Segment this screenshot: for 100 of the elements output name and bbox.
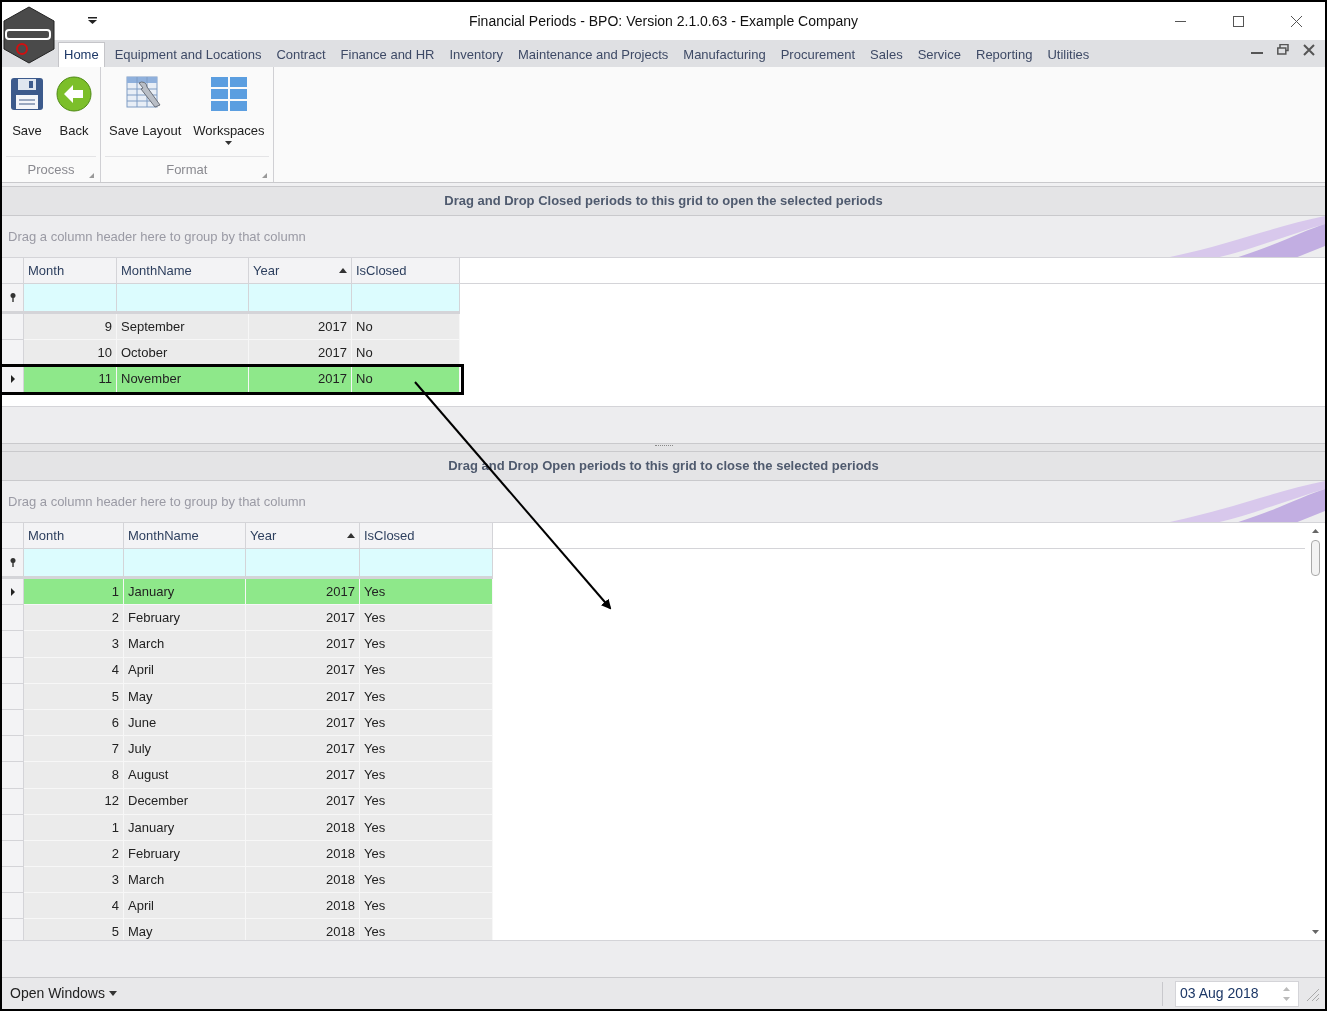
- column-header[interactable]: MonthName: [124, 523, 246, 548]
- ribbon-tab[interactable]: Reporting: [971, 42, 1038, 67]
- ribbon-tab[interactable]: Utilities: [1042, 42, 1095, 67]
- table-cell: September: [117, 314, 249, 341]
- filter-cell[interactable]: [117, 284, 249, 311]
- row-indicator[interactable]: [2, 340, 24, 367]
- table-cell: 5: [24, 683, 124, 710]
- table-cell: 2: [24, 605, 124, 632]
- table-cell: Yes: [360, 762, 493, 789]
- filter-cell[interactable]: [24, 284, 117, 311]
- table-cell: 3: [24, 631, 124, 658]
- hexagon-logo-icon[interactable]: [2, 6, 56, 64]
- table-cell: Yes: [360, 788, 493, 815]
- resize-grip-icon[interactable]: [1305, 986, 1319, 1001]
- table-cell: January: [124, 579, 246, 606]
- quick-access-dropdown-icon[interactable]: [88, 17, 97, 24]
- dialog-launcher-icon[interactable]: [89, 173, 94, 178]
- table-cell: 7: [24, 736, 124, 763]
- filter-cell[interactable]: [24, 549, 124, 576]
- ribbon-tab[interactable]: Service: [912, 42, 966, 67]
- table-cell: Yes: [360, 814, 493, 841]
- table-cell: February: [124, 605, 246, 632]
- table-cell: 4: [24, 893, 124, 920]
- ribbon-tab[interactable]: Contract: [271, 42, 331, 67]
- ribbon-group-label: Process: [27, 160, 75, 179]
- ribbon-button[interactable]: Back: [52, 73, 96, 153]
- table-cell: 2017: [246, 683, 360, 710]
- filter-cell[interactable]: [249, 284, 352, 311]
- table-cell: April: [124, 657, 246, 684]
- ribbon-tab[interactable]: Equipment and Locations: [109, 42, 267, 67]
- table-cell: 1: [24, 579, 124, 606]
- table-cell: 2017: [246, 709, 360, 737]
- scrollbar-thumb[interactable]: [1310, 540, 1320, 576]
- filter-cell[interactable]: [360, 549, 493, 576]
- ribbon-tab[interactable]: Procurement: [775, 42, 861, 67]
- table-cell: Yes: [360, 709, 493, 737]
- column-header[interactable]: IsClosed: [352, 258, 460, 283]
- table-cell: February: [124, 840, 246, 868]
- table-cell: July: [124, 736, 246, 763]
- group-panel-hint: Drag a column header here to group by that column: [7, 227, 306, 246]
- ribbon-tab[interactable]: Sales: [865, 42, 908, 67]
- ribbon-button[interactable]: Save: [6, 73, 48, 153]
- row-indicator[interactable]: [2, 366, 24, 393]
- ribbon-button[interactable]: Workspaces: [189, 73, 269, 153]
- column-header[interactable]: MonthName: [117, 258, 249, 283]
- window-title: Financial Periods - BPO: Version 2.1.0.63 - Example Company: [467, 11, 860, 31]
- grid-tiles-icon: [209, 76, 248, 112]
- table-cell: May: [124, 683, 246, 710]
- table-cell: No: [352, 340, 460, 367]
- table-cell: 1: [24, 814, 124, 841]
- ribbon-tab[interactable]: Maintenance and Projects: [513, 42, 674, 67]
- table-cell: October: [117, 340, 249, 367]
- splitter[interactable]: [2, 443, 1325, 451]
- table-cell: 2018: [246, 893, 360, 920]
- table-cell: 5: [24, 919, 124, 940]
- table-cell: 3: [24, 867, 124, 894]
- filter-cell[interactable]: [124, 549, 246, 576]
- column-header[interactable]: Month: [24, 258, 117, 283]
- mdi-restore-icon[interactable]: [1277, 44, 1289, 56]
- table-cell: 2017: [246, 605, 360, 632]
- scroll-down-icon[interactable]: [1311, 930, 1319, 934]
- ribbon-tab[interactable]: Manufacturing: [678, 42, 771, 67]
- ribbon-tab[interactable]: Home: [58, 42, 105, 67]
- filter-pin-icon: [9, 293, 16, 302]
- table-cell: 2018: [246, 814, 360, 841]
- table-cell: Yes: [360, 657, 493, 684]
- dialog-launcher-icon[interactable]: [261, 173, 267, 178]
- column-header[interactable]: Year: [249, 258, 352, 283]
- column-header[interactable]: Year: [246, 523, 360, 548]
- maximize-icon: [1232, 15, 1244, 27]
- ribbon-tab[interactable]: Inventory: [444, 42, 508, 67]
- column-header[interactable]: IsClosed: [360, 523, 493, 548]
- grid-caption: Drag and Drop Closed periods to this grid to open the selected periods: [2, 186, 1325, 216]
- ribbon-button[interactable]: Save Layout: [105, 73, 186, 153]
- table-cell: 2017: [246, 631, 360, 658]
- group-panel-hint: Drag a column header here to group by that column: [7, 492, 306, 511]
- spin-arrows-icon[interactable]: [1283, 985, 1290, 1002]
- open-windows-menu[interactable]: Open Windows: [10, 983, 117, 1004]
- table-cell: 2017: [246, 736, 360, 763]
- table-cell: March: [124, 867, 246, 894]
- table-cell: 2018: [246, 840, 360, 868]
- date-spin-field[interactable]: 03 Aug 2018: [1175, 980, 1299, 1007]
- close-icon: [1290, 15, 1302, 27]
- column-header[interactable]: Month: [24, 523, 124, 548]
- table-cell: 2: [24, 840, 124, 868]
- filter-cell[interactable]: [246, 549, 360, 576]
- table-cell: November: [117, 366, 249, 393]
- filter-cell[interactable]: [352, 284, 460, 311]
- caret-icon: [108, 991, 117, 996]
- scroll-up-icon[interactable]: [1311, 529, 1319, 533]
- table-cell: 2018: [246, 867, 360, 894]
- table-cell: April: [124, 893, 246, 920]
- mdi-close-icon[interactable]: [1303, 44, 1315, 56]
- minimize-icon: [1174, 20, 1186, 22]
- table-cell: Yes: [360, 867, 493, 894]
- ribbon-tab[interactable]: Finance and HR: [335, 42, 440, 67]
- table-cell: 2017: [249, 314, 352, 341]
- table-cell: August: [124, 762, 246, 789]
- table-cell: 9: [24, 314, 117, 341]
- table-cell: December: [124, 788, 246, 815]
